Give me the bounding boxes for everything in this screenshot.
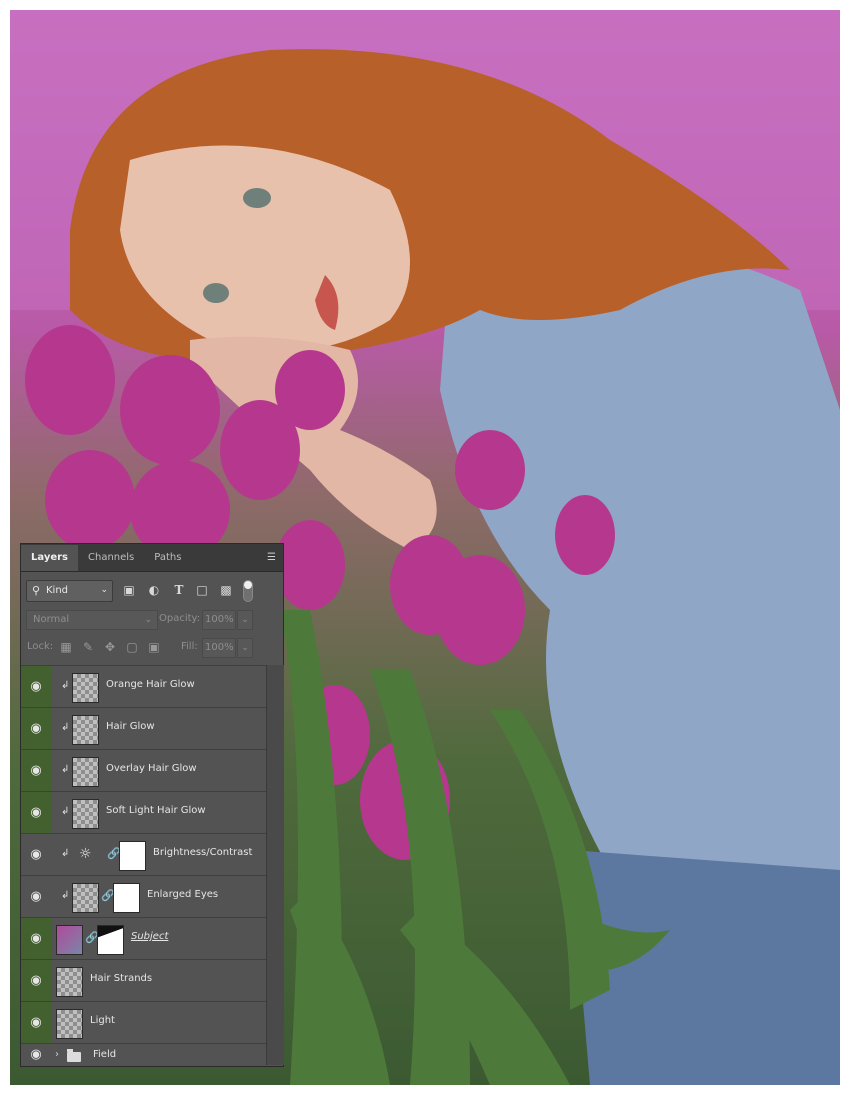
lock-artboard-icon[interactable]: ▢ bbox=[125, 639, 139, 655]
layer-row[interactable]: ◉ ↲ Overlay Hair Glow bbox=[21, 749, 266, 791]
folder-icon bbox=[67, 1049, 81, 1062]
lock-row: Lock: ▦ ✎ ✥ ▢ ▣ Fill: 100% ⌄ bbox=[21, 638, 283, 658]
eye-icon[interactable]: ◉ bbox=[21, 834, 51, 875]
opacity-label: Opacity: bbox=[159, 613, 201, 624]
type-filter-icon[interactable]: T bbox=[171, 582, 187, 598]
blend-mode-value: Normal bbox=[33, 614, 70, 625]
lock-brush-icon[interactable]: ✎ bbox=[81, 639, 95, 655]
eye-icon[interactable]: ◉ bbox=[21, 1044, 51, 1066]
panel-menu-icon[interactable]: ☰ bbox=[267, 552, 276, 563]
clip-arrow-icon: ↲ bbox=[61, 722, 70, 733]
layer-name: Brightness/Contrast bbox=[153, 847, 253, 858]
clip-arrow-icon: ↲ bbox=[61, 890, 70, 901]
layer-thumbnail bbox=[72, 757, 99, 787]
tab-channels[interactable]: Channels bbox=[78, 545, 144, 571]
panel-tab-bar: Layers Channels Paths ☰ bbox=[21, 544, 283, 572]
layer-name: Enlarged Eyes bbox=[147, 889, 219, 900]
adjustment-filter-icon[interactable]: ◐ bbox=[146, 582, 162, 598]
layer-thumbnail bbox=[72, 883, 99, 913]
eye-icon[interactable]: ◉ bbox=[21, 750, 51, 791]
smart-object-filter-icon[interactable]: ▩ bbox=[218, 582, 234, 598]
clip-arrow-icon: ↲ bbox=[61, 848, 70, 859]
layer-thumbnail bbox=[72, 715, 99, 745]
blend-row: Normal ⌄ Opacity: 100% ⌄ bbox=[21, 610, 283, 630]
layer-thumbnail bbox=[56, 967, 83, 997]
tab-paths[interactable]: Paths bbox=[144, 545, 191, 571]
eye-icon[interactable]: ◉ bbox=[21, 666, 51, 707]
layer-row[interactable]: ◉ ↲ 🔗 Enlarged Eyes bbox=[21, 875, 266, 917]
layers-list: ◉ ↲ Orange Hair Glow ◉ ↲ Hair Glow ◉ ↲ O… bbox=[21, 665, 266, 1065]
search-icon: ⚲ bbox=[32, 584, 41, 597]
shape-filter-icon[interactable]: □ bbox=[194, 582, 210, 598]
brightness-adjustment-icon: ☼ bbox=[79, 846, 92, 862]
layer-row[interactable]: ◉ ↲ Orange Hair Glow bbox=[21, 665, 266, 707]
eye-icon[interactable]: ◉ bbox=[21, 876, 51, 917]
layer-name: Overlay Hair Glow bbox=[106, 763, 197, 774]
layer-thumbnail bbox=[56, 1009, 83, 1039]
chevron-right-icon[interactable]: › bbox=[55, 1049, 59, 1060]
tab-layers[interactable]: Layers bbox=[21, 545, 78, 571]
layer-name: Field bbox=[93, 1049, 117, 1060]
blend-mode-select[interactable]: Normal ⌄ bbox=[26, 610, 158, 630]
eye-icon[interactable]: ◉ bbox=[21, 708, 51, 749]
lock-all-icon[interactable]: ▣ bbox=[147, 639, 161, 655]
layer-thumbnail bbox=[56, 925, 83, 955]
lock-label: Lock: bbox=[27, 641, 54, 652]
layer-row[interactable]: ◉ 🔗 Subject bbox=[21, 917, 266, 959]
opacity-input[interactable]: 100% bbox=[202, 610, 236, 630]
layer-name: Hair Glow bbox=[106, 721, 155, 732]
lock-transparency-icon[interactable]: ▦ bbox=[59, 639, 73, 655]
layer-thumbnail bbox=[72, 673, 99, 703]
layer-name: Subject bbox=[131, 931, 169, 942]
eye-icon[interactable]: ◉ bbox=[21, 792, 51, 833]
layer-row[interactable]: ◉ ↲ Hair Glow bbox=[21, 707, 266, 749]
filter-kind-label: Kind bbox=[46, 585, 69, 596]
layers-panel: Layers Channels Paths ☰ ⚲ Kind ⌄ ▣ ◐ T □… bbox=[20, 543, 284, 1067]
fill-input[interactable]: 100% bbox=[202, 638, 236, 658]
clip-arrow-icon: ↲ bbox=[61, 680, 70, 691]
layer-row[interactable]: ◉ Hair Strands bbox=[21, 959, 266, 1001]
layer-name: Light bbox=[90, 1015, 115, 1026]
eye-icon[interactable]: ◉ bbox=[21, 960, 51, 1001]
layer-mask-thumbnail bbox=[97, 925, 124, 955]
chevron-down-icon: ⌄ bbox=[100, 585, 108, 595]
clip-arrow-icon: ↲ bbox=[61, 806, 70, 817]
eye-icon[interactable]: ◉ bbox=[21, 918, 51, 959]
layer-name: Hair Strands bbox=[90, 973, 153, 984]
layer-thumbnail bbox=[72, 799, 99, 829]
layer-name: Orange Hair Glow bbox=[106, 679, 195, 690]
chevron-down-icon[interactable]: ⌄ bbox=[237, 610, 253, 630]
lock-position-icon[interactable]: ✥ bbox=[103, 639, 117, 655]
layer-mask-thumbnail bbox=[113, 883, 140, 913]
pixel-filter-icon[interactable]: ▣ bbox=[121, 582, 137, 598]
layer-row[interactable]: ◉ ↲ ☼ 🔗 Brightness/Contrast bbox=[21, 833, 266, 875]
layer-row[interactable]: ◉ Light bbox=[21, 1001, 266, 1043]
chevron-down-icon: ⌄ bbox=[144, 615, 152, 625]
layer-row[interactable]: ◉ ↲ Soft Light Hair Glow bbox=[21, 791, 266, 833]
fill-label: Fill: bbox=[181, 641, 198, 652]
clip-arrow-icon: ↲ bbox=[61, 764, 70, 775]
eye-icon[interactable]: ◉ bbox=[21, 1002, 51, 1043]
layer-group-row[interactable]: ◉ › Field bbox=[21, 1043, 266, 1066]
filter-toggle[interactable] bbox=[243, 580, 253, 602]
layers-scrollbar[interactable] bbox=[266, 665, 284, 1065]
layer-name: Soft Light Hair Glow bbox=[106, 805, 206, 816]
filter-kind-select[interactable]: ⚲ Kind ⌄ bbox=[26, 580, 113, 602]
chevron-down-icon[interactable]: ⌄ bbox=[237, 638, 253, 658]
layer-mask-thumbnail bbox=[119, 841, 146, 871]
filter-row: ⚲ Kind ⌄ ▣ ◐ T □ ▩ bbox=[21, 580, 283, 602]
